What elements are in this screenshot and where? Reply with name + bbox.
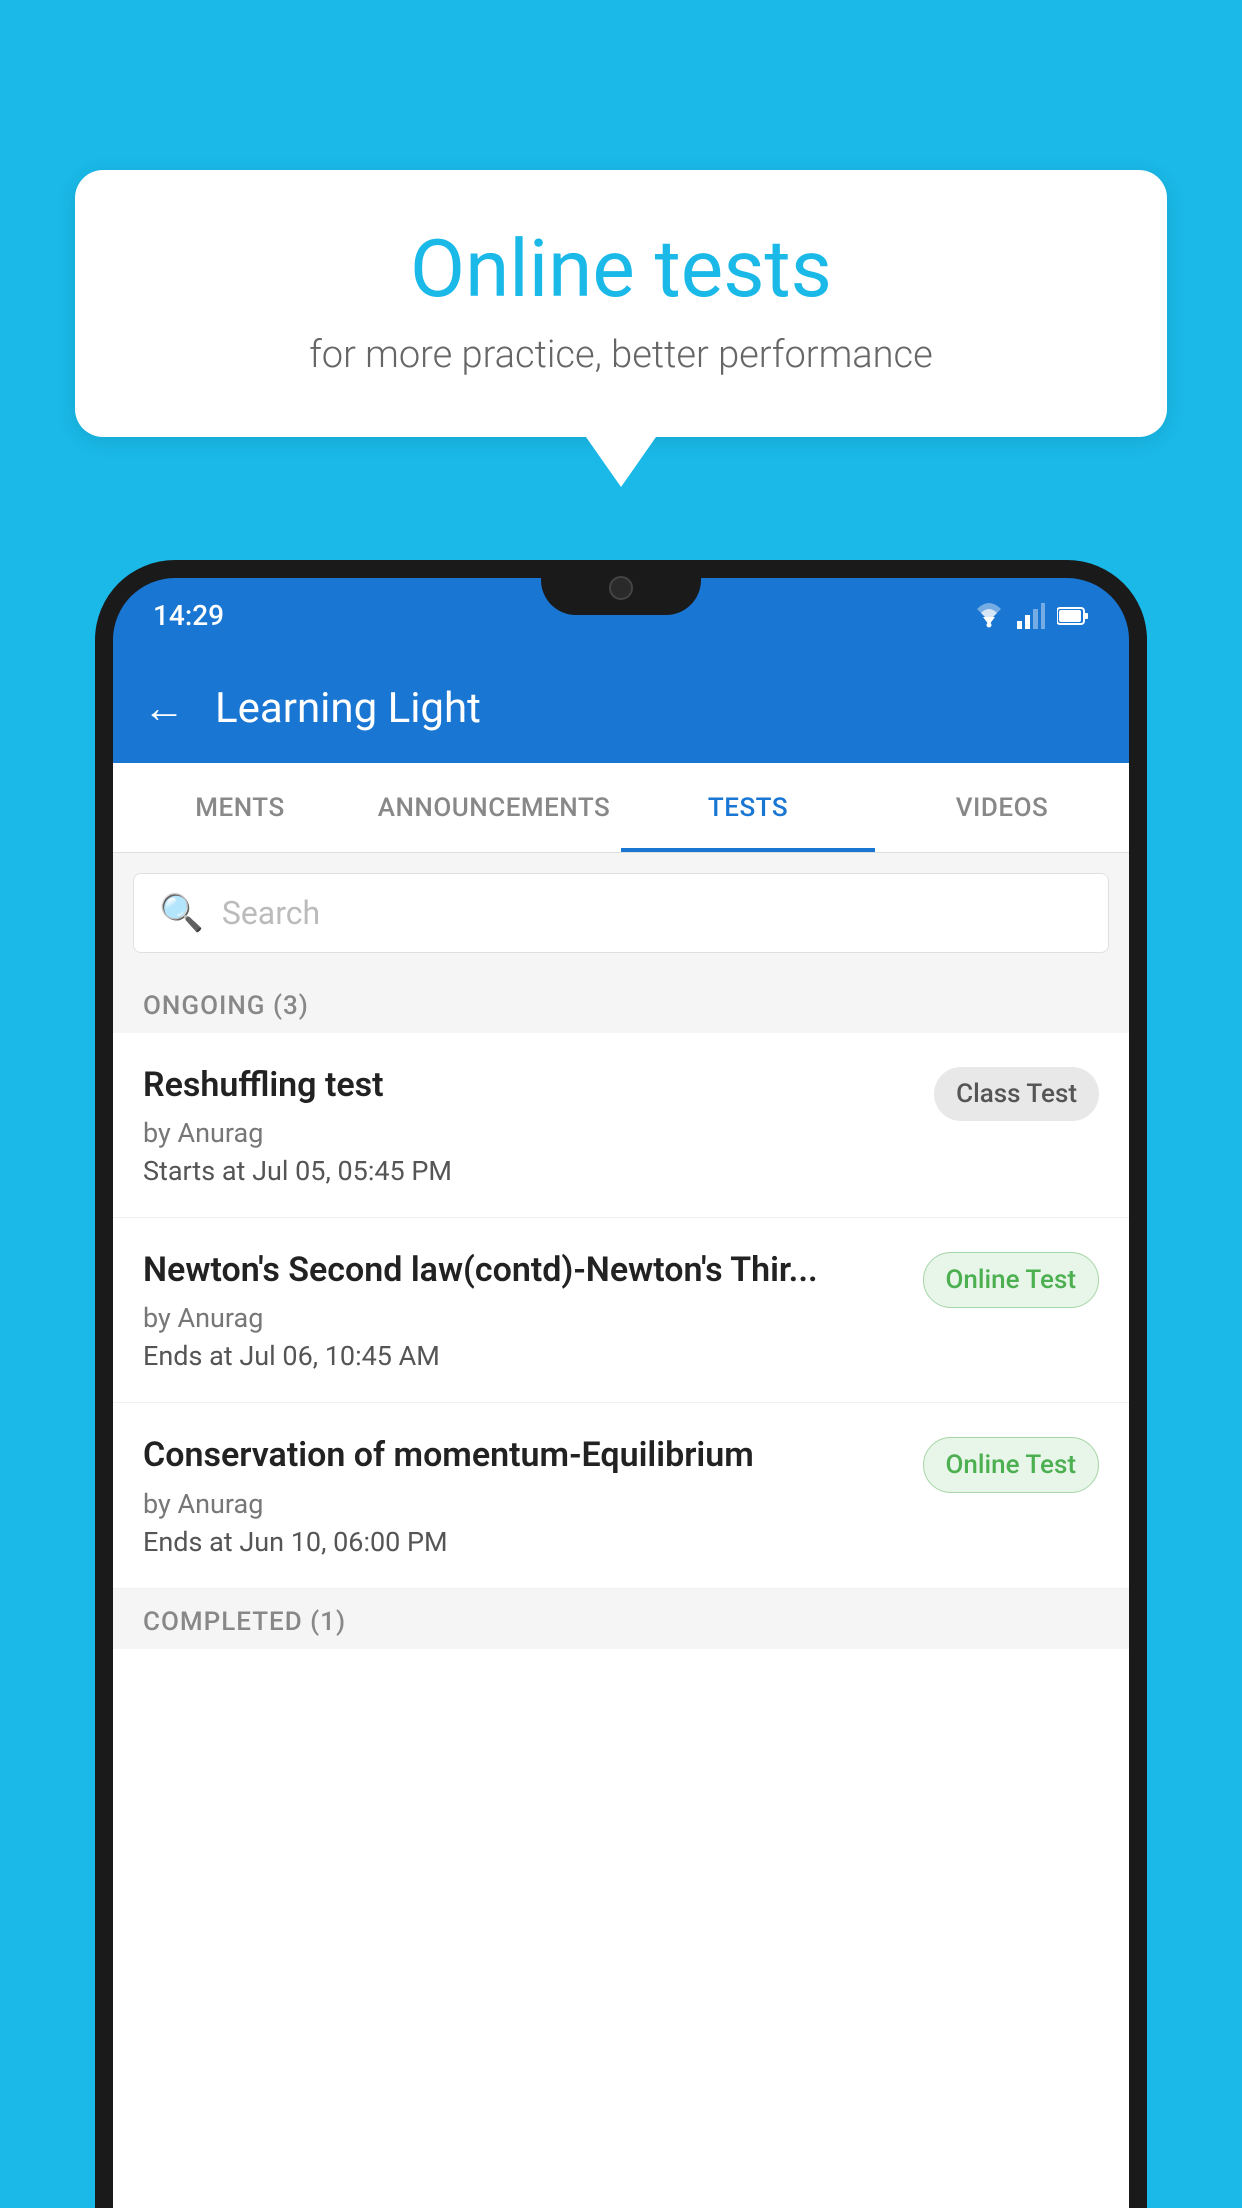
test-name: Newton's Second law(contd)-Newton's Thir… — [143, 1248, 903, 1292]
test-item[interactable]: Conservation of momentum-Equilibrium by … — [113, 1403, 1129, 1588]
test-info: Conservation of momentum-Equilibrium by … — [143, 1433, 903, 1557]
ongoing-section-header: ONGOING (3) — [113, 973, 1129, 1033]
test-by: by Anurag — [143, 1117, 914, 1149]
tab-tests[interactable]: TESTS — [621, 763, 875, 852]
bubble-arrow — [586, 437, 656, 487]
bubble-title: Online tests — [135, 225, 1107, 313]
test-info: Newton's Second law(contd)-Newton's Thir… — [143, 1248, 903, 1372]
test-badge: Class Test — [934, 1067, 1099, 1121]
test-item[interactable]: Reshuffling test by Anurag Starts at Jul… — [113, 1033, 1129, 1218]
tests-list: Reshuffling test by Anurag Starts at Jul… — [113, 1033, 1129, 2208]
battery-icon — [1057, 606, 1089, 626]
test-time: Ends at Jul 06, 10:45 AM — [143, 1340, 903, 1372]
app-toolbar: ← Learning Light — [113, 653, 1129, 763]
speech-bubble-section: Online tests for more practice, better p… — [75, 170, 1167, 487]
test-by: by Anurag — [143, 1302, 903, 1334]
toolbar-title: Learning Light — [215, 684, 481, 733]
test-badge: Online Test — [923, 1437, 1100, 1493]
phone-notch — [541, 560, 701, 615]
tabs-bar: MENTS ANNOUNCEMENTS TESTS VIDEOS — [113, 763, 1129, 853]
bubble-subtitle: for more practice, better performance — [135, 333, 1107, 377]
completed-header-text: COMPLETED (1) — [143, 1607, 346, 1637]
back-button[interactable]: ← — [143, 684, 185, 733]
test-time: Starts at Jul 05, 05:45 PM — [143, 1155, 914, 1187]
test-item[interactable]: Newton's Second law(contd)-Newton's Thir… — [113, 1218, 1129, 1403]
signal-icon — [1017, 603, 1045, 629]
tab-announcements[interactable]: ANNOUNCEMENTS — [367, 763, 621, 852]
search-placeholder: Search — [222, 894, 320, 932]
test-info: Reshuffling test by Anurag Starts at Jul… — [143, 1063, 914, 1187]
tab-videos[interactable]: VIDEOS — [875, 763, 1129, 852]
test-time: Ends at Jun 10, 06:00 PM — [143, 1526, 903, 1558]
test-name: Conservation of momentum-Equilibrium — [143, 1433, 903, 1477]
speech-bubble: Online tests for more practice, better p… — [75, 170, 1167, 437]
completed-section-header: COMPLETED (1) — [113, 1589, 1129, 1649]
status-time: 14:29 — [153, 599, 224, 632]
search-container: 🔍 Search — [113, 853, 1129, 973]
search-icon: 🔍 — [159, 892, 204, 934]
phone-frame: 14:29 — [95, 560, 1147, 2208]
ongoing-header-text: ONGOING (3) — [143, 991, 309, 1021]
tab-ments[interactable]: MENTS — [113, 763, 367, 852]
search-box[interactable]: 🔍 Search — [133, 873, 1109, 953]
test-badge: Online Test — [923, 1252, 1100, 1308]
phone-container: 14:29 — [95, 560, 1147, 2208]
front-camera — [609, 576, 633, 600]
wifi-icon — [973, 603, 1005, 629]
test-by: by Anurag — [143, 1488, 903, 1520]
app-screen: ← Learning Light MENTS ANNOUNCEMENTS TES… — [113, 653, 1129, 2208]
status-icons — [973, 603, 1089, 629]
test-name: Reshuffling test — [143, 1063, 914, 1107]
